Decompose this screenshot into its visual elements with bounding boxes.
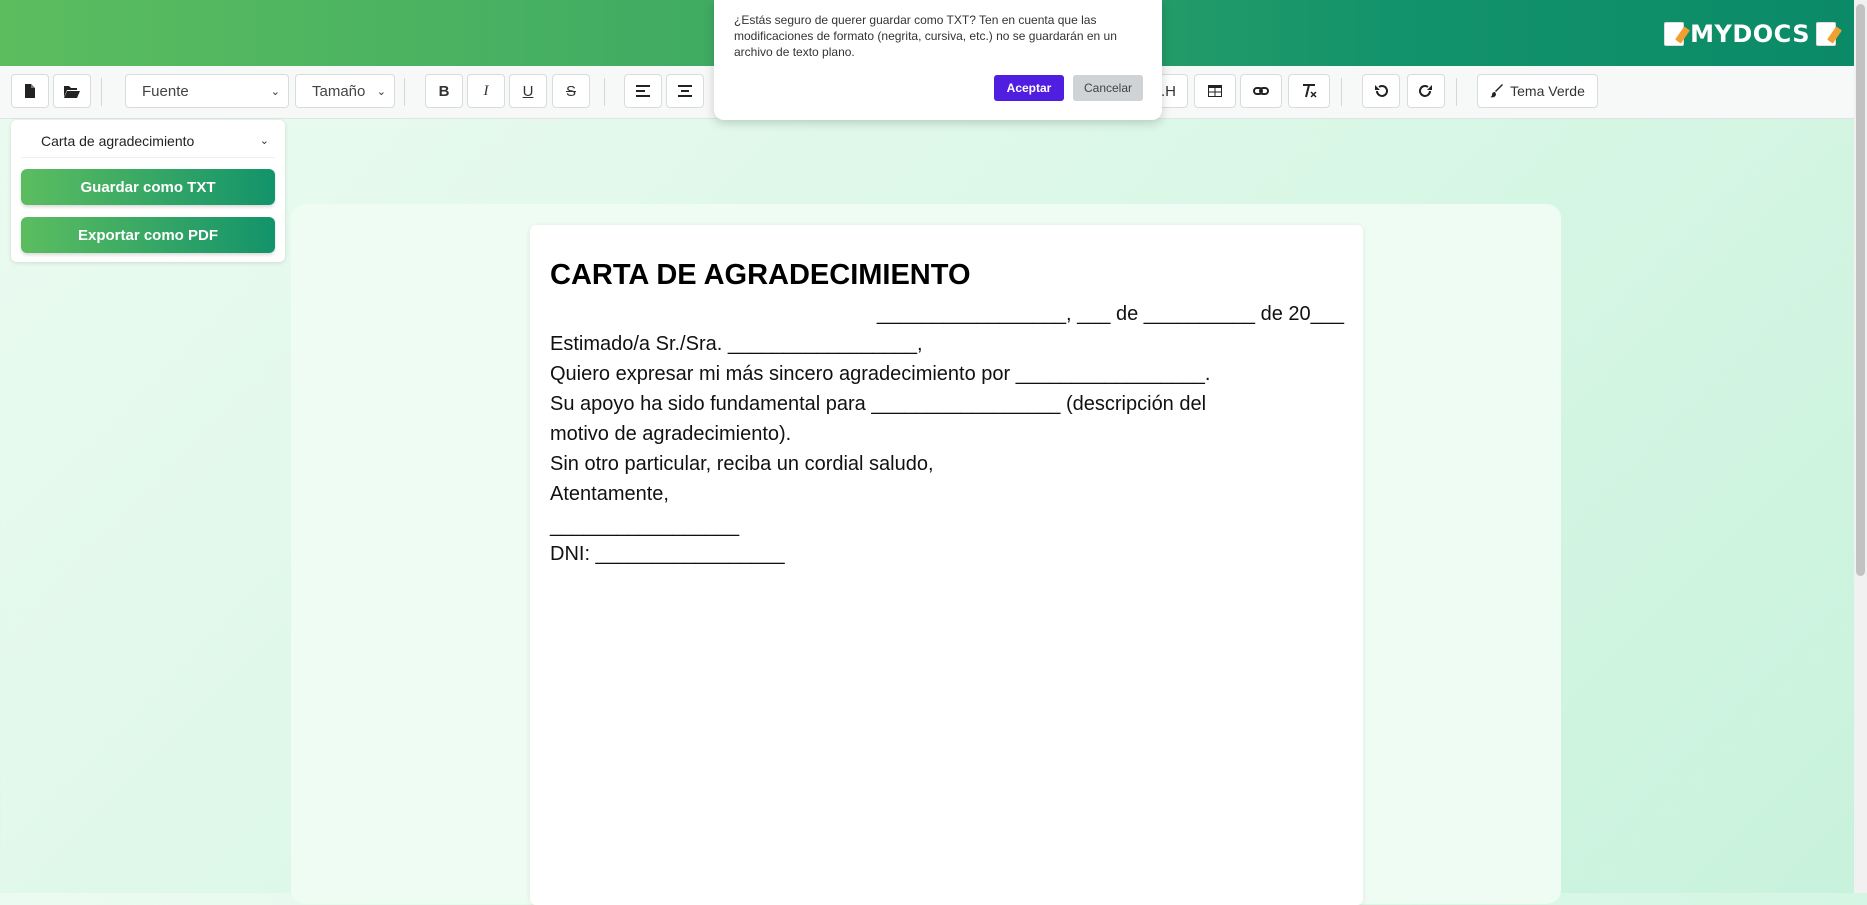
clear-format-icon	[1303, 84, 1317, 98]
accept-button[interactable]: Aceptar	[994, 75, 1064, 101]
undo-icon	[1375, 85, 1388, 97]
insert-link-button[interactable]	[1240, 74, 1282, 108]
save-txt-button[interactable]: Guardar como TXT	[21, 169, 275, 205]
clear-format-button[interactable]	[1288, 74, 1330, 108]
chevron-down-icon: ⌄	[259, 135, 269, 147]
align-left-button[interactable]	[624, 74, 662, 108]
app-logo: MYDOCS	[1664, 20, 1836, 48]
new-document-button[interactable]	[11, 74, 49, 108]
strikethrough-icon: S	[565, 82, 576, 100]
scrollbar-thumb[interactable]	[1856, 4, 1865, 576]
document-title: CARTA DE AGRADECIMIENTO	[550, 259, 971, 291]
theme-label: Tema Verde	[1510, 83, 1585, 99]
font-select[interactable]: Fuente ⌄	[125, 74, 289, 108]
logo-text: MYDOCS	[1690, 20, 1810, 48]
strikethrough-button[interactable]: S	[552, 74, 590, 108]
body-line-1: Quiero expresar mi más sincero agradecim…	[550, 363, 1211, 385]
redo-button[interactable]	[1407, 74, 1445, 108]
link-icon	[1253, 87, 1269, 95]
size-select-label: Tamaño	[312, 82, 366, 100]
document-icon	[1816, 22, 1836, 46]
cancel-button[interactable]: Cancelar	[1073, 75, 1143, 101]
template-select[interactable]: Carta de agradecimiento ⌄	[21, 124, 275, 158]
chevron-down-icon: ⌄	[376, 85, 386, 98]
table-icon	[1208, 85, 1222, 97]
greeting-line: Estimado/a Sr./Sra. _________________,	[550, 333, 923, 355]
align-center-button[interactable]	[666, 74, 704, 108]
italic-icon: I	[483, 82, 489, 99]
closing-line: Atentamente,	[550, 483, 669, 505]
bold-icon: B	[438, 82, 450, 100]
signature-line: _________________	[550, 515, 740, 537]
font-select-label: Fuente	[142, 82, 189, 100]
document-page[interactable]: CARTA DE AGRADECIMIENTO ________________…	[530, 225, 1363, 905]
theme-button[interactable]: Tema Verde	[1477, 74, 1598, 108]
open-document-button[interactable]	[53, 74, 91, 108]
body-line-3: motivo de agradecimiento).	[550, 423, 792, 445]
dialog-message: ¿Estás seguro de querer guardar como TXT…	[734, 13, 1117, 59]
file-icon	[25, 84, 35, 98]
template-select-label: Carta de agradecimiento	[41, 132, 195, 149]
chevron-down-icon: ⌄	[270, 85, 280, 98]
confirm-dialog: ¿Estás seguro de querer guardar como TXT…	[714, 0, 1162, 120]
underline-button[interactable]: U	[509, 74, 547, 108]
folder-open-icon	[64, 85, 80, 98]
align-center-icon	[678, 85, 692, 97]
date-line: _________________, ___ de __________ de …	[876, 303, 1344, 325]
paint-brush-icon	[1490, 84, 1504, 98]
align-left-icon	[636, 85, 650, 97]
line-height-label: .H	[1161, 82, 1176, 100]
insert-table-button[interactable]	[1194, 74, 1236, 108]
italic-button[interactable]: I	[467, 74, 505, 108]
bold-button[interactable]: B	[425, 74, 463, 108]
undo-button[interactable]	[1362, 74, 1400, 108]
redo-icon	[1419, 85, 1432, 97]
document-icon	[1664, 22, 1685, 46]
vertical-scrollbar[interactable]	[1854, 0, 1867, 893]
dni-line: DNI: _________________	[550, 543, 785, 565]
export-pdf-button[interactable]: Exportar como PDF	[21, 217, 275, 253]
underline-icon: U	[522, 82, 534, 100]
sidebar: Carta de agradecimiento ⌄ Guardar como T…	[11, 120, 285, 262]
size-select[interactable]: Tamaño ⌄	[295, 74, 395, 108]
body-line-4: Sin otro particular, reciba un cordial s…	[550, 453, 934, 475]
body-line-2: Su apoyo ha sido fundamental para ______…	[550, 393, 1207, 415]
